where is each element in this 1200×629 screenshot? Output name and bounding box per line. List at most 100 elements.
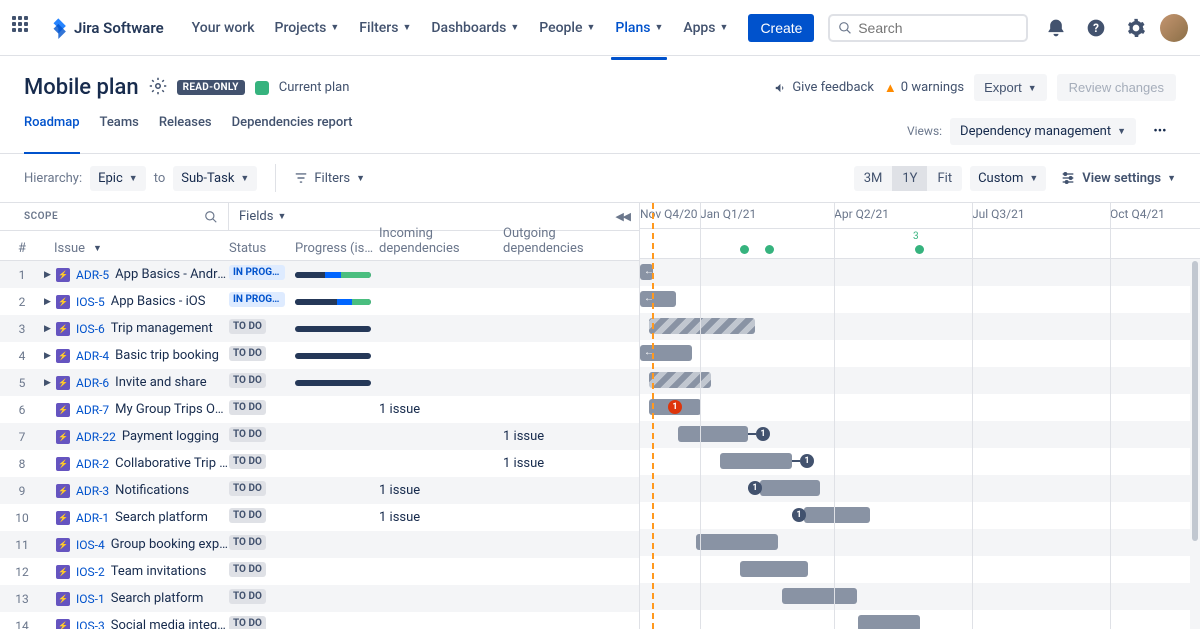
issue-row[interactable]: 1 ▶ ADR-5 App Basics - Android IN PROGRE… [0, 261, 639, 288]
gantt-bar[interactable] [649, 318, 755, 334]
col-issue[interactable]: Issue ▼ [44, 241, 229, 256]
dependency-badge[interactable]: 1 [748, 481, 762, 495]
expand-toggle[interactable]: ▶ [44, 270, 56, 280]
dependency-badge[interactable]: 1 [800, 454, 814, 468]
gantt-bar[interactable] [804, 507, 870, 523]
gantt-bar[interactable]: ← [640, 264, 653, 280]
warnings-link[interactable]: ▲ 0 warnings [884, 80, 964, 96]
help-icon[interactable]: ? [1080, 12, 1112, 44]
issue-row[interactable]: 8 ADR-2 Collaborative Trip boo… TO DO 1 … [0, 450, 639, 477]
release-marker[interactable] [915, 245, 924, 254]
issue-key[interactable]: IOS-4 [76, 538, 105, 552]
gantt-bar[interactable] [760, 480, 820, 496]
views-selector[interactable]: Dependency management ▼ [950, 118, 1136, 145]
gantt-bar[interactable] [720, 453, 792, 469]
issue-row[interactable]: 10 ADR-1 Search platform TO DO 1 issue [0, 504, 639, 531]
issue-key[interactable]: ADR-2 [76, 457, 109, 471]
nav-dashboards[interactable]: Dashboards▼ [423, 12, 527, 44]
review-changes-button[interactable]: Review changes [1057, 74, 1176, 101]
create-button[interactable]: Create [748, 14, 814, 42]
nav-your-work[interactable]: Your work [184, 12, 263, 44]
issue-row[interactable]: 12 IOS-2 Team invitations TO DO [0, 558, 639, 585]
user-avatar[interactable] [1160, 14, 1188, 42]
timescale-1y[interactable]: 1Y [892, 166, 927, 191]
hierarchy-to[interactable]: Sub-Task ▼ [173, 166, 257, 191]
gantt-bar[interactable]: ← [640, 345, 692, 361]
feedback-link[interactable]: Give feedback [774, 80, 874, 95]
warning-icon: ▲ [884, 80, 897, 96]
nav-people[interactable]: People▼ [531, 12, 603, 44]
chevron-down-icon: ▼ [1167, 173, 1176, 184]
app-switcher-icon[interactable] [12, 16, 36, 40]
gantt-bar[interactable] [740, 561, 808, 577]
chevron-down-icon: ▼ [129, 173, 138, 184]
tab-roadmap[interactable]: Roadmap [24, 115, 80, 153]
timeline-row [640, 583, 1200, 610]
search-icon[interactable] [204, 210, 218, 224]
expand-toggle[interactable]: ▶ [44, 324, 56, 334]
filters-button[interactable]: Filters ▼ [294, 171, 365, 186]
issue-row[interactable]: 5 ▶ ADR-6 Invite and share TO DO [0, 369, 639, 396]
dependency-badge[interactable]: 1 [668, 400, 682, 414]
timescale-custom[interactable]: Custom ▼ [970, 166, 1046, 191]
nav-plans[interactable]: Plans▼ [607, 12, 671, 44]
issue-key[interactable]: ADR-7 [76, 403, 109, 417]
release-marker[interactable] [765, 245, 774, 254]
issue-row[interactable]: 7 ADR-22 Payment logging TO DO 1 issue [0, 423, 639, 450]
issue-row[interactable]: 13 IOS-1 Search platform TO DO [0, 585, 639, 612]
issue-key[interactable]: IOS-6 [76, 322, 105, 336]
issue-key[interactable]: ADR-5 [76, 268, 109, 282]
timescale-3m[interactable]: 3M [854, 166, 893, 191]
gantt-bar[interactable] [782, 588, 857, 604]
search-input[interactable] [858, 20, 1018, 36]
collapse-columns-icon[interactable]: ◀ ◀ [615, 210, 629, 223]
view-settings-button[interactable]: View settings ▼ [1060, 170, 1176, 186]
plan-settings-icon[interactable] [149, 77, 167, 99]
tab-releases[interactable]: Releases [159, 115, 212, 153]
issue-key[interactable]: IOS-3 [76, 619, 105, 629]
issue-key[interactable]: ADR-22 [76, 430, 116, 444]
fields-selector[interactable]: Fields ▼ [239, 209, 286, 224]
release-marker[interactable] [740, 245, 749, 254]
timescale-fit[interactable]: Fit [927, 166, 962, 191]
nav-filters[interactable]: Filters▼ [351, 12, 419, 44]
issue-row[interactable]: 2 ▶ IOS-5 App Basics - iOS IN PROGRESS [0, 288, 639, 315]
expand-toggle[interactable]: ▶ [44, 297, 56, 307]
gantt-bar[interactable] [858, 615, 920, 629]
issue-row[interactable]: 4 ▶ ADR-4 Basic trip booking TO DO [0, 342, 639, 369]
plan-status-dot [255, 81, 269, 95]
issue-key[interactable]: ADR-4 [76, 349, 109, 363]
issue-row[interactable]: 6 ADR-7 My Group Trips Overv… TO DO 1 is… [0, 396, 639, 423]
gantt-bar[interactable] [678, 426, 748, 442]
dependency-badge[interactable]: 1 [792, 508, 806, 522]
issue-row[interactable]: 3 ▶ IOS-6 Trip management TO DO [0, 315, 639, 342]
more-actions-icon[interactable]: ••• [1144, 115, 1176, 147]
timeline-row: 1 [640, 448, 1200, 475]
gantt-bar[interactable] [696, 534, 778, 550]
expand-toggle[interactable]: ▶ [44, 378, 56, 388]
gantt-bar[interactable] [649, 372, 711, 388]
issue-key[interactable]: IOS-2 [76, 565, 105, 579]
issue-key[interactable]: IOS-5 [76, 295, 105, 309]
issue-key[interactable]: ADR-3 [76, 484, 109, 498]
tab-dependencies-report[interactable]: Dependencies report [232, 115, 353, 153]
vertical-scrollbar[interactable] [1190, 259, 1200, 629]
notifications-icon[interactable] [1040, 12, 1072, 44]
issue-row[interactable]: 11 IOS-4 Group booking experie… TO DO [0, 531, 639, 558]
jira-logo[interactable]: Jira Software [48, 17, 164, 39]
issue-row[interactable]: 9 ADR-3 Notifications TO DO 1 issue [0, 477, 639, 504]
tab-teams[interactable]: Teams [100, 115, 139, 153]
issue-key[interactable]: ADR-1 [76, 511, 109, 525]
expand-toggle[interactable]: ▶ [44, 351, 56, 361]
nav-projects[interactable]: Projects▼ [267, 12, 348, 44]
settings-icon[interactable] [1120, 12, 1152, 44]
issue-key[interactable]: IOS-1 [76, 592, 105, 606]
gantt-bar[interactable]: ← [640, 291, 676, 307]
export-button[interactable]: Export ▼ [974, 74, 1047, 101]
dependency-badge[interactable]: 1 [756, 427, 770, 441]
issue-row[interactable]: 14 IOS-3 Social media integratio… TO DO [0, 612, 639, 629]
issue-key[interactable]: ADR-6 [76, 376, 109, 390]
search-box[interactable] [828, 14, 1028, 42]
hierarchy-from[interactable]: Epic ▼ [90, 166, 146, 191]
nav-apps[interactable]: Apps▼ [675, 12, 736, 44]
